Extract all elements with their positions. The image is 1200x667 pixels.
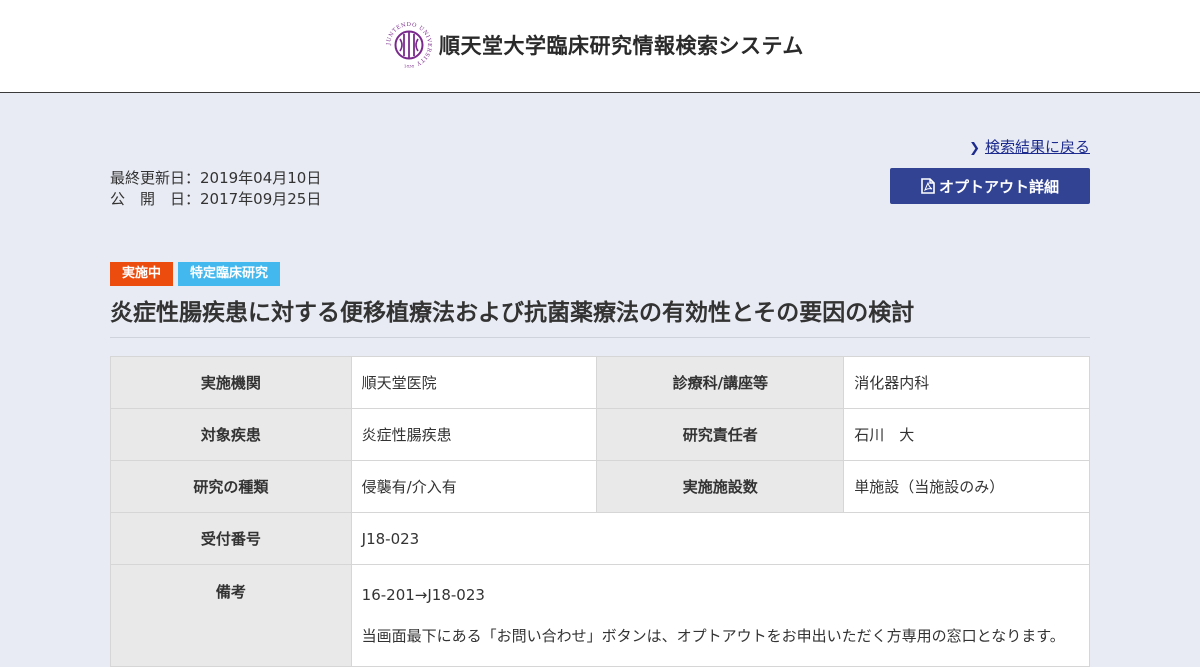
disease-label: 対象疾患 [110, 408, 352, 461]
reception-number-value: J18-023 [350, 512, 1091, 565]
reception-number-label: 受付番号 [110, 512, 352, 565]
remarks-value: 16-201→J18-023 当画面最下にある「お問い合わせ」ボタンは、オプトア… [350, 564, 1091, 667]
date-info: 最終更新日：2019年04月10日 公 開 日：2017年09月25日 [110, 168, 321, 210]
institution-label: 実施機関 [110, 356, 352, 409]
last-updated-date: 最終更新日：2019年04月10日 [110, 169, 322, 187]
study-type-badge: 特定臨床研究 [178, 262, 281, 286]
department-value: 消化器内科 [843, 356, 1090, 409]
study-type-label: 研究の種類 [110, 460, 352, 513]
published-date: 公 開 日：2017年09月25日 [110, 190, 322, 208]
table-row: 備考 16-201→J18-023 当画面最下にある「お問い合わせ」ボタンは、オ… [110, 564, 1091, 667]
table-row: 受付番号 J18-023 [110, 512, 1091, 565]
table-row: 実施機関 順天堂医院 診療科/講座等 消化器内科 [110, 356, 1090, 409]
study-title: 炎症性腸疾患に対する便移植療法および抗菌薬療法の有効性とその要因の検討 [110, 293, 1090, 338]
remarks-line-1: 16-201→J18-023 [361, 586, 485, 604]
disease-value: 炎症性腸疾患 [350, 408, 598, 461]
study-type-value: 侵襲有/介入有 [350, 460, 598, 513]
juntendo-seal-logo: JUNTENDO UNIVERSITY 1838 [386, 22, 432, 69]
site-count-value: 単施設（当施設のみ） [843, 460, 1090, 513]
table-row: 研究の種類 侵襲有/介入有 実施施設数 単施設（当施設のみ） [110, 460, 1090, 513]
status-badges: 実施中 特定臨床研究 [110, 262, 281, 286]
brand[interactable]: JUNTENDO UNIVERSITY 1838 順天堂大学臨床研究情報検索シス… [385, 20, 804, 70]
site-title: 順天堂大学臨床研究情報検索システム [439, 33, 804, 58]
back-to-results-link[interactable]: ❯ 検索結果に戻る [969, 136, 1090, 157]
site-header: JUNTENDO UNIVERSITY 1838 順天堂大学臨床研究情報検索シス… [0, 0, 1200, 93]
table-row: 対象疾患 炎症性腸疾患 研究責任者 石川 大 [110, 408, 1090, 461]
status-badge: 実施中 [110, 262, 174, 286]
chevron-right-icon: ❯ [969, 141, 980, 156]
remarks-line-2: 当画面最下にある「お問い合わせ」ボタンは、オプトアウトをお申出いただく方専用の窓… [361, 627, 1065, 645]
seal-year: 1838 [404, 64, 415, 69]
principal-investigator-label: 研究責任者 [596, 408, 845, 461]
optout-button-label: オプトアウト詳細 [938, 177, 1059, 196]
principal-investigator-value: 石川 大 [843, 408, 1090, 461]
back-link-label: 検索結果に戻る [984, 138, 1090, 156]
site-count-label: 実施施設数 [596, 460, 845, 513]
optout-details-button[interactable]: オプトアウト詳細 [890, 168, 1090, 204]
study-details-table: 実施機関 順天堂医院 診療科/講座等 消化器内科 対象疾患 炎症性腸疾患 研究責… [110, 356, 1091, 667]
department-label: 診療科/講座等 [596, 356, 845, 409]
pdf-file-icon [921, 178, 935, 194]
institution-value: 順天堂医院 [350, 356, 598, 409]
remarks-label: 備考 [110, 564, 352, 667]
